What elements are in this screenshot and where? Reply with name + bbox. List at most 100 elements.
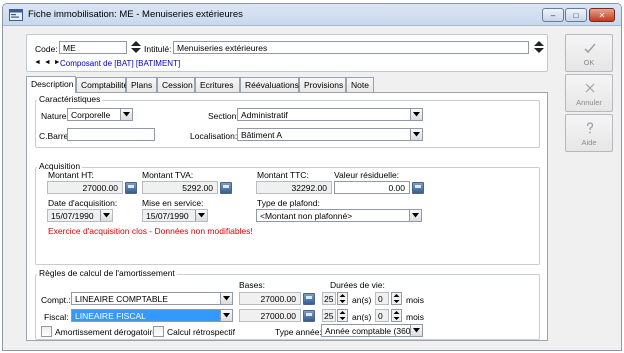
title-bar[interactable]: Fiche immobilisation: ME - Menuiseries e… (3, 4, 621, 26)
fiscal-years-spinner[interactable] (337, 309, 348, 322)
section-value: Administratif (241, 110, 288, 120)
derogatoire-checkbox[interactable] (41, 326, 52, 337)
code-input[interactable]: ME (59, 41, 127, 54)
cancel-x-icon (585, 83, 595, 93)
minimize-icon: – (550, 10, 556, 20)
date-acquisition-field: 15/07/1990 (47, 209, 113, 222)
minimize-button[interactable]: – (542, 8, 564, 22)
mise-en-service-field: 15/07/1990 (142, 209, 208, 222)
chevron-down-icon (123, 112, 130, 117)
tab-description[interactable]: Description (26, 76, 76, 93)
fiscal-months-unit: mois (406, 312, 424, 322)
cbarre-input[interactable] (67, 128, 155, 141)
ok-button[interactable]: OK (565, 34, 613, 72)
section-select[interactable]: Administratif (237, 108, 423, 121)
fiscal-months-spinner[interactable] (391, 309, 402, 322)
fiscal-years-field: 25 (322, 309, 336, 322)
compt-years-field: 25 (322, 292, 336, 305)
mise-en-service-value: 15/07/1990 (146, 211, 189, 221)
spinner-arrows-icon (339, 311, 346, 320)
retrospectif-label: Calcul rétrospectif (167, 327, 236, 337)
chevron-down-icon (198, 213, 205, 218)
localisation-dropdown-button[interactable] (410, 129, 422, 140)
calculator-icon[interactable] (303, 310, 315, 322)
code-updown-icon[interactable] (131, 41, 141, 53)
tab-ecritures[interactable]: Ecritures (195, 77, 240, 93)
calculator-icon[interactable] (125, 182, 137, 194)
valeur-residuelle-label: Valeur résiduelle: (334, 170, 400, 180)
chevron-down-icon (413, 112, 420, 117)
section-dropdown-button[interactable] (410, 109, 422, 120)
tab-provisions[interactable]: Provisions (299, 77, 346, 93)
tab-note[interactable]: Note (346, 77, 374, 93)
retrospectif-checkbox[interactable] (153, 326, 164, 337)
nature-dropdown-button[interactable] (120, 109, 132, 120)
checkmark-icon (584, 43, 596, 54)
montant-ht-label: Montant HT: (48, 170, 94, 180)
localisation-select[interactable]: Bâtiment A (237, 128, 423, 141)
type-annee-select[interactable]: Année comptable (360j) (321, 324, 423, 337)
maximize-button[interactable]: □ (565, 8, 587, 22)
cancel-button[interactable]: Annuler (565, 74, 613, 112)
mise-en-service-dropdown-button[interactable] (195, 210, 207, 221)
calculator-icon[interactable] (220, 182, 232, 194)
type-annee-value: Année comptable (360j) (325, 326, 416, 336)
help-button[interactable]: Aide (565, 114, 613, 152)
type-plafond-select[interactable]: <Montant non plafonné> (256, 209, 422, 222)
amortissement-title: Règles de calcul de l'amortissement (37, 268, 177, 278)
asset-dialog-window: Fiche immobilisation: ME - Menuiseries e… (2, 3, 622, 351)
record-nav-arrows[interactable]: ◄ ◄ ► (34, 59, 61, 66)
montant-ttc-label: Montant TTC: (257, 170, 309, 180)
localisation-label: Localisation: (190, 131, 238, 141)
tab-reevaluations[interactable]: Réévaluations (240, 77, 299, 93)
intitule-updown-icon[interactable] (534, 41, 544, 53)
tab-comptabilite[interactable]: Comptabilité (76, 77, 128, 93)
maximize-icon: □ (573, 10, 579, 20)
help-question-icon (586, 122, 594, 134)
close-button[interactable]: ✕ (589, 8, 615, 22)
calculator-icon[interactable] (412, 182, 424, 194)
compt-label: Compt.: (41, 295, 71, 305)
tab-plans[interactable]: Plans (126, 77, 157, 93)
fiscal-base-field: 27000.00 (239, 309, 301, 322)
date-acquisition-dropdown-button[interactable] (100, 210, 112, 221)
localisation-value: Bâtiment A (241, 130, 283, 140)
type-plafond-label: Type de plafond: (257, 198, 320, 208)
tab-cession[interactable]: Cession (157, 77, 195, 93)
montant-ht-field: 27000.00 (47, 181, 123, 194)
chevron-down-icon (223, 313, 230, 318)
montant-tva-label: Montant TVA: (142, 170, 194, 180)
date-acquisition-value: 15/07/1990 (51, 211, 94, 221)
compt-base-field: 27000.00 (239, 292, 301, 305)
calculator-icon[interactable] (303, 293, 315, 305)
type-plafond-dropdown-button[interactable] (409, 210, 421, 221)
chevron-down-icon (413, 328, 420, 333)
type-plafond-value: <Montant non plafonné> (260, 211, 353, 221)
compt-method-dropdown-button[interactable] (220, 293, 232, 304)
spinner-arrows-icon (393, 311, 400, 320)
type-annee-dropdown-button[interactable] (410, 325, 422, 336)
compt-years-spinner[interactable] (337, 292, 348, 305)
compt-months-spinner[interactable] (391, 292, 402, 305)
durees-label: Durées de vie: (330, 280, 385, 290)
code-label: Code: (35, 44, 58, 54)
intitule-input[interactable]: Menuiseries extérieures (173, 41, 529, 54)
close-icon: ✕ (598, 10, 606, 20)
fiscal-method-value: LINEAIRE FISCAL (75, 311, 146, 321)
cbarre-label: C.Barre: (39, 131, 71, 141)
section-label: Section: (208, 111, 239, 121)
nature-select[interactable]: Corporelle (67, 108, 133, 121)
fiscal-method-dropdown-button[interactable] (220, 310, 232, 321)
fiscal-label: Fiscal: (44, 312, 69, 322)
compt-method-select[interactable]: LINEAIRE COMPTABLE (71, 292, 233, 305)
fiscal-method-select[interactable]: LINEAIRE FISCAL (71, 309, 233, 322)
chevron-down-icon (103, 213, 110, 218)
asset-card-icon (9, 9, 23, 21)
compt-months-field: 0 (375, 292, 389, 305)
composant-link[interactable]: Composant de [BAT] [BATIMENT] (60, 59, 180, 68)
fiscal-months-field: 0 (375, 309, 389, 322)
compt-years-unit: an(s) (352, 295, 372, 305)
nature-value: Corporelle (71, 110, 111, 120)
valeur-residuelle-input[interactable]: 0.00 (334, 181, 410, 194)
compt-method-value: LINEAIRE COMPTABLE (75, 294, 168, 304)
